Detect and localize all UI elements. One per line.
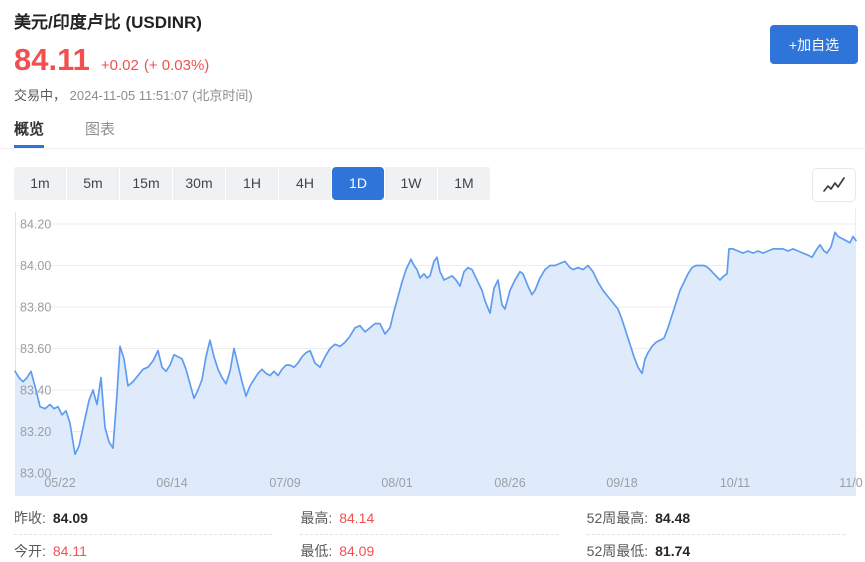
- line-chart-icon: [823, 177, 845, 192]
- stat-value: 84.11: [52, 543, 87, 559]
- y-axis-tick-label: 83.60: [20, 342, 51, 356]
- market-status: 交易中，: [14, 88, 67, 103]
- stat-row: 最高: 84.14: [300, 502, 559, 535]
- price-change-percent: (+ 0.03%): [143, 57, 210, 74]
- tab-chart[interactable]: 图表: [85, 118, 115, 148]
- timeframe-bar: 1m 5m 15m 30m 1H 4H 1D 1W 1M: [0, 167, 865, 202]
- price-change: +0.02: [100, 57, 139, 74]
- y-axis-tick-label: 83.80: [20, 301, 51, 315]
- timeframe-button-5m[interactable]: 5m: [67, 167, 119, 200]
- page-title: 美元/印度卢比 (USDINR): [14, 13, 202, 32]
- stats-column-3: 52周最高: 84.48 52周最低: 81.74: [586, 502, 845, 562]
- status-row: 交易中， 2024-11-05 11:51:07 (北京时间): [14, 85, 851, 104]
- price-chart-svg: 84.2084.0083.8083.6083.4083.2083.0005/22…: [14, 208, 863, 497]
- stat-label: 今开:: [14, 543, 46, 559]
- add-watchlist-button[interactable]: +加自选: [770, 25, 858, 64]
- timeframe-button-1H[interactable]: 1H: [226, 167, 278, 200]
- stat-label: 最高:: [300, 510, 333, 526]
- price-chart[interactable]: 84.20 84.00 83.80 83.60 83.40 83.20 83.00 05/22…: [0, 206, 865, 498]
- section-tabs: 概览 图表: [0, 118, 865, 149]
- stat-label: 52周最低:: [586, 543, 649, 559]
- x-axis-tick-label: 07/09: [269, 476, 300, 490]
- timeframe-button-4H[interactable]: 4H: [279, 167, 331, 200]
- stat-row: 最低: 84.09: [300, 535, 558, 562]
- stat-value: 84.09: [339, 543, 375, 559]
- stat-value: 84.09: [52, 510, 88, 526]
- quote-header: 美元/印度卢比 (USDINR) 84.11 +0.02 (+ 0.03%) 交…: [0, 0, 865, 104]
- timeframe-button-1m[interactable]: 1m: [14, 167, 66, 200]
- stat-value: 81.74: [655, 543, 691, 559]
- stats-column-1: 昨收: 84.09 今开: 84.11: [14, 502, 273, 562]
- x-axis-tick-label: 09/18: [606, 476, 637, 490]
- tab-overview[interactable]: 概览: [14, 118, 45, 148]
- stat-row: 52周最高: 84.48: [586, 502, 845, 535]
- x-axis-tick-label: 10/11: [720, 476, 750, 490]
- x-axis-tick-label: 08/01: [381, 476, 412, 490]
- x-axis-tick-label: 05/22: [44, 476, 75, 490]
- y-axis-tick-label: 83.20: [20, 425, 51, 439]
- usdinr-quote-page: 美元/印度卢比 (USDINR) 84.11 +0.02 (+ 0.03%) 交…: [0, 0, 865, 562]
- x-axis-tick-label: 06/14: [156, 476, 187, 490]
- stat-value: 84.48: [655, 510, 691, 526]
- stat-label: 昨收:: [14, 510, 46, 526]
- y-axis-tick-label: 84.20: [20, 218, 51, 232]
- quote-datetime: 2024-11-05 11:51:07: [69, 88, 189, 103]
- stats-panel: 昨收: 84.09 今开: 84.11 最高: 84.14 最低: 84.09 52周最高: 84…: [0, 498, 865, 562]
- timeframe-button-30m[interactable]: 30m: [173, 167, 225, 200]
- timeframe-button-1M[interactable]: 1M: [438, 167, 490, 200]
- chart-type-button[interactable]: [812, 168, 856, 202]
- stat-row: 52周最低: 81.74: [587, 535, 845, 562]
- y-axis-tick-label: 84.00: [20, 259, 51, 273]
- timeframe-buttons: 1m 5m 15m 30m 1H 4H 1D 1W 1M: [14, 167, 851, 200]
- quote-timezone: (北京时间): [192, 88, 253, 103]
- stat-row: 今开: 84.11: [14, 535, 272, 562]
- stat-label: 最低:: [300, 543, 333, 559]
- stats-column-2: 最高: 84.14 最低: 84.09: [300, 502, 559, 562]
- stat-row: 昨收: 84.09: [14, 502, 273, 535]
- x-axis-tick-label: 08/26: [494, 476, 525, 490]
- price-area-fill: [15, 232, 856, 497]
- stat-label: 52周最高:: [586, 510, 649, 526]
- y-axis-tick-label: 83.40: [20, 384, 51, 398]
- last-price: 84.11: [14, 42, 90, 77]
- stat-value: 84.14: [339, 510, 375, 526]
- x-axis-tick-label: 11/0: [839, 476, 862, 490]
- timeframe-button-15m[interactable]: 15m: [120, 167, 172, 200]
- timeframe-button-1W[interactable]: 1W: [385, 167, 437, 200]
- price-row: 84.11 +0.02 (+ 0.03%): [14, 42, 851, 78]
- timeframe-button-1D[interactable]: 1D: [332, 167, 384, 200]
